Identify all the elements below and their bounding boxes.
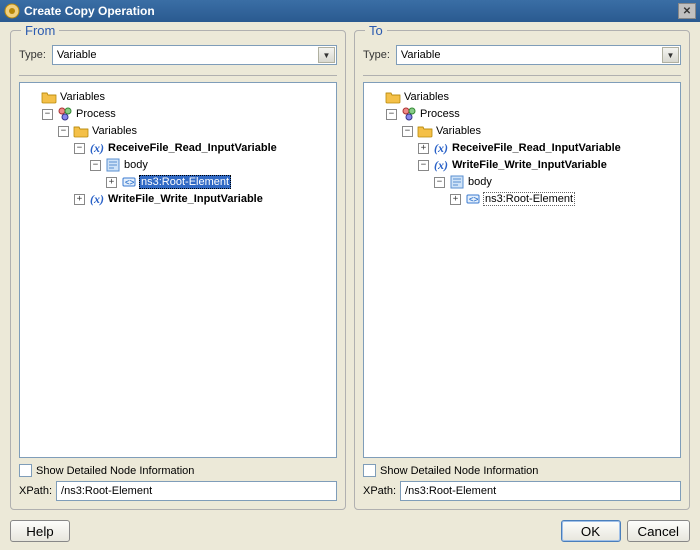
node-label: ReceiveFile_Read_InputVariable [451,142,622,154]
to-type-value: Variable [401,49,441,61]
to-type-dropdown[interactable]: Variable ▼ [396,45,681,65]
tree-node-write-var[interactable]: + WriteFile_Write_InputVariable [72,191,266,207]
element-icon [121,174,137,190]
part-icon [449,174,465,190]
variable-icon [89,191,105,207]
node-label: Variables [403,91,450,103]
from-tree[interactable]: Variables − Process [19,82,337,458]
collapse-toggle[interactable]: − [58,126,69,137]
tree-node-receive-var[interactable]: − ReceiveFile_Read_InputVariable [72,140,280,156]
collapse-toggle[interactable]: − [402,126,413,137]
folder-icon [41,89,57,105]
collapse-toggle[interactable]: − [42,109,53,120]
cancel-button[interactable]: Cancel [627,520,691,542]
ok-button[interactable]: OK [561,520,621,542]
tree-node-variables-root[interactable]: Variables [368,89,452,105]
to-tree[interactable]: Variables − Process [363,82,681,458]
variable-icon [433,140,449,156]
panels-row: From Type: Variable ▼ Variables [10,30,690,510]
from-show-detail-label: Show Detailed Node Information [36,465,194,477]
element-icon [465,191,481,207]
tree-node-body[interactable]: − body [88,157,151,173]
from-xpath-row: XPath: [19,481,337,501]
divider [19,75,337,76]
node-label: ns3:Root-Element [483,192,575,206]
tree-node-variables[interactable]: − Variables [56,123,140,139]
chevron-down-icon: ▼ [318,47,335,63]
folder-icon [385,89,401,105]
from-show-detail-checkbox[interactable] [19,464,32,477]
collapse-toggle[interactable]: − [434,177,445,188]
node-label: body [123,159,149,171]
tree-node-variables-root[interactable]: Variables [24,89,108,105]
divider [363,75,681,76]
node-label: WriteFile_Write_InputVariable [107,193,264,205]
to-type-label: Type: [363,49,390,61]
folder-icon [417,123,433,139]
expand-toggle[interactable]: + [418,143,429,154]
tree-node-root-element[interactable]: + ns3:Root-Element [448,191,577,207]
to-xpath-row: XPath: [363,481,681,501]
expand-toggle[interactable]: + [450,194,461,205]
to-show-detail-checkbox[interactable] [363,464,376,477]
from-show-detail-row[interactable]: Show Detailed Node Information [19,464,337,477]
from-panel: From Type: Variable ▼ Variables [10,30,346,510]
node-label: ns3:Root-Element [139,175,231,189]
to-heading: To [365,23,387,38]
collapse-toggle[interactable]: − [90,160,101,171]
to-type-row: Type: Variable ▼ [363,45,681,65]
window-body: From Type: Variable ▼ Variables [0,22,700,550]
from-type-row: Type: Variable ▼ [19,45,337,65]
to-panel: To Type: Variable ▼ Variables [354,30,690,510]
collapse-toggle[interactable]: − [74,143,85,154]
dialog-buttons: Help OK Cancel [10,520,690,542]
window-title: Create Copy Operation [24,4,678,18]
to-show-detail-row[interactable]: Show Detailed Node Information [363,464,681,477]
node-label: Process [419,108,461,120]
to-show-detail-label: Show Detailed Node Information [380,465,538,477]
help-button[interactable]: Help [10,520,70,542]
tree-node-variables[interactable]: − Variables [400,123,484,139]
process-icon [401,106,417,122]
node-label: Process [75,108,117,120]
node-label: Variables [435,125,482,137]
tree-node-body[interactable]: − body [432,174,495,190]
collapse-toggle[interactable]: − [418,160,429,171]
process-icon [57,106,73,122]
part-icon [105,157,121,173]
node-label: Variables [91,125,138,137]
expand-toggle[interactable]: + [74,194,85,205]
collapse-toggle[interactable]: − [386,109,397,120]
to-xpath-input[interactable] [400,481,681,501]
tree-node-process[interactable]: − Process [40,106,119,122]
tree-node-write-var[interactable]: − WriteFile_Write_InputVariable [416,157,610,173]
node-label: Variables [59,91,106,103]
from-xpath-label: XPath: [19,485,52,497]
close-button[interactable]: ✕ [678,3,696,19]
from-xpath-input[interactable] [56,481,337,501]
folder-icon [73,123,89,139]
from-heading: From [21,23,59,38]
node-label: WriteFile_Write_InputVariable [451,159,608,171]
tree-node-root-element[interactable]: + ns3:Root-Element [104,174,233,190]
from-type-dropdown[interactable]: Variable ▼ [52,45,337,65]
expand-toggle[interactable]: + [106,177,117,188]
node-label: body [467,176,493,188]
node-label: ReceiveFile_Read_InputVariable [107,142,278,154]
tree-node-receive-var[interactable]: + ReceiveFile_Read_InputVariable [416,140,624,156]
chevron-down-icon: ▼ [662,47,679,63]
from-type-label: Type: [19,49,46,61]
app-icon [4,3,20,19]
from-type-value: Variable [57,49,97,61]
tree-node-process[interactable]: − Process [384,106,463,122]
variable-icon [433,157,449,173]
variable-icon [89,140,105,156]
titlebar: Create Copy Operation ✕ [0,0,700,22]
to-xpath-label: XPath: [363,485,396,497]
